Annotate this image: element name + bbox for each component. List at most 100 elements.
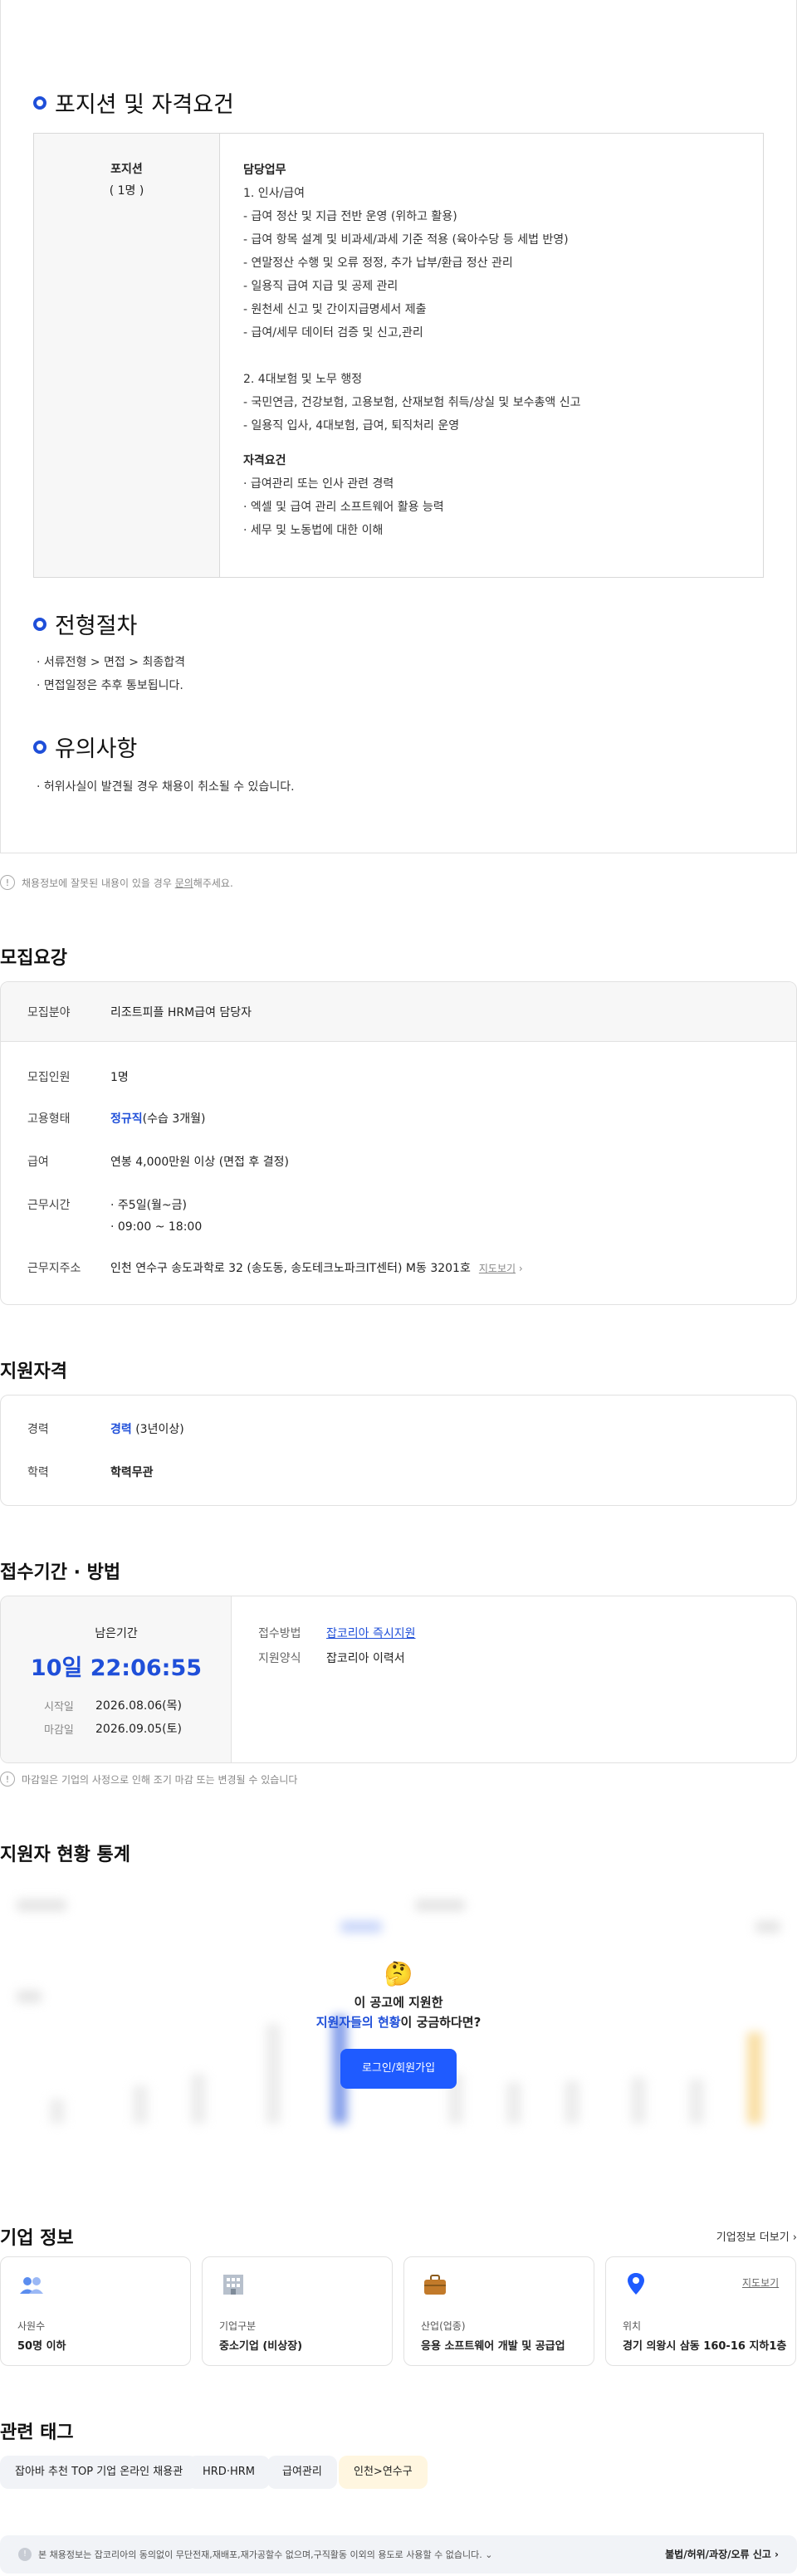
process-heading: 전형절차 (33, 608, 137, 640)
duty-heading: 담당업무 (243, 164, 286, 177)
end-label: 마감일 (44, 1724, 74, 1737)
tag-item[interactable]: 잡아바 추천 TOP 기업 온라인 채용관 (0, 2456, 198, 2489)
chevron-down-icon: ⌄ (485, 2549, 493, 2560)
people-icon (19, 2275, 44, 2295)
method-value-link[interactable]: 잡코리아 즉시지원 (326, 1625, 416, 1641)
content-line: - 급여/세무 데이터 검증 및 신고,관리 (243, 326, 423, 340)
tag-item[interactable]: 급여관리 (267, 2456, 337, 2489)
notice-body: · 허위사실이 발견될 경우 채용이 취소될 수 있습니다. (37, 775, 295, 799)
type-value: 정규직 (110, 1112, 143, 1126)
content-line: - 급여 항목 설계 및 비과세/과세 기준 적용 (육아수당 등 세법 반영) (243, 233, 569, 247)
stats-bar (565, 2080, 579, 2124)
notice-heading: 유의사항 (33, 731, 137, 763)
content-line: - 원천세 신고 및 간이지급명세서 제출 (243, 303, 427, 316)
stats-prompt-rest: 이 궁금하다면? (400, 2015, 482, 2030)
company-card-label: 기업구분 (219, 2320, 257, 2332)
addr-row: 인천 연수구 송도과학로 32 (송도동, 송도테크노파크IT센터) M동 32… (110, 1259, 523, 1276)
recruit-title: 모집요강 (0, 948, 67, 969)
stats-bar (631, 2077, 646, 2124)
company-card-value: 50명 이하 (17, 2340, 66, 2353)
tag-item[interactable]: 인천>연수구 (339, 2456, 428, 2489)
login-button[interactable]: 로그인/회원가입 (340, 2049, 457, 2089)
company-card-value: 경기 의왕시 삼동 160-16 지하1층 (623, 2340, 787, 2353)
hours-line: · 09:00 ~ 18:00 (110, 1220, 203, 1234)
career-row: 경력 (3년이상) (110, 1420, 184, 1437)
apply-note-text: 마감일은 기업의 사정으로 인해 조기 마감 또는 변경될 수 있습니다 (22, 1773, 298, 1786)
remain-label: 남은기간 (95, 1627, 138, 1640)
thinking-face-icon: 🤔 (384, 1960, 413, 1987)
type-label: 고용형태 (27, 1112, 71, 1126)
stats-prompt: 🤔 이 공고에 지원한 지원자들의 현황이 궁금하다면? 로그인/회원가입 (232, 1959, 565, 2089)
footer-bar: ! 본 채용정보는 잡코리아의 동의없이 무단전재,재배포,재가공할수 없으며,… (0, 2535, 797, 2574)
hours-line: · 주5일(월~금) (110, 1199, 187, 1212)
report-text-post: 해주세요. (193, 877, 233, 889)
company-card-value: 중소기업 (비상장) (219, 2340, 303, 2353)
position-content: 담당업무 1. 인사/급여 - 급여 정산 및 지급 전반 운영 (위하고 활용)… (243, 159, 741, 542)
edu-value: 학력무관 (110, 1466, 154, 1479)
start-value: 2026.08.06(목) (95, 1699, 182, 1713)
company-card-label: 사원수 (17, 2320, 46, 2332)
duty-lines: 1. 인사/급여 - 급여 정산 및 지급 전반 운영 (위하고 활용) - 급여 … (243, 182, 741, 437)
process-line: · 서류전형 > 면접 > 최종합격 (37, 656, 185, 669)
company-more-link[interactable]: 기업정보 더보기 › (681, 2228, 797, 2244)
content-line: - 급여 정산 및 지급 전반 운영 (위하고 활용) (243, 210, 457, 223)
content-line: - 일용직 급여 지급 및 공제 관리 (243, 280, 398, 293)
field-label: 모집분야 (27, 1006, 71, 1019)
map-link[interactable]: 지도보기 › (479, 1261, 523, 1275)
circle-bullet-icon (33, 617, 46, 631)
notice-line: · 허위사실이 발견될 경우 채용이 취소될 수 있습니다. (37, 780, 295, 794)
type-extra: (수습 3개월) (142, 1112, 206, 1126)
tags-title: 관련 태그 (0, 2422, 74, 2443)
recruit-card: 모집분야 리조트피플 HRM급여 담당자 모집인원 1명 고용형태 정규직(수습… (0, 981, 797, 1305)
tag-item[interactable]: HRD·HRM (188, 2456, 270, 2489)
stats-bar (133, 2085, 148, 2124)
login-button-label: 로그인/회원가입 (361, 2062, 436, 2075)
report-text: 채용정보에 잘못된 내용이 있을 경우 (22, 877, 175, 889)
company-card-value: 응용 소프트웨어 개발 및 공급업 (421, 2340, 565, 2353)
career-value: 경력 (110, 1423, 132, 1436)
apply-card: 남은기간 10일 22:06:55 시작일 2026.08.06(목) 마감일 … (0, 1596, 797, 1763)
stats-bar (689, 2079, 704, 2124)
report-line: ! 채용정보에 잘못된 내용이 있을 경우 문의해주세요. (0, 875, 233, 890)
content-line: · 엑셀 및 급여 관리 소프트웨어 활용 능력 (243, 501, 444, 514)
process-line: · 면접일정은 추후 통보됩니다. (37, 679, 183, 692)
position-title: 포지션 및 자격요건 (55, 92, 234, 118)
location-map-link[interactable]: 지도보기 (742, 2275, 779, 2290)
stats-bar (191, 2074, 206, 2124)
content-line: · 세무 및 노동법에 대한 이해 (243, 524, 384, 537)
apply-note: ! 마감일은 기업의 사정으로 인해 조기 마감 또는 변경될 수 있습니다 (0, 1772, 297, 1787)
company-more-label: 기업정보 더보기 (716, 2231, 790, 2244)
stats-blur-block (340, 1921, 382, 1933)
stats-blur-block (415, 1899, 465, 1911)
stats-blur-block (755, 1921, 780, 1933)
edu-label: 학력 (27, 1466, 49, 1479)
company-card-industry: 산업(업종) 응용 소프트웨어 개발 및 공급업 (403, 2256, 594, 2366)
footer-report-label: 불법/허위/과장/오류 신고 (665, 2549, 771, 2560)
report-link[interactable]: 문의 (175, 877, 193, 889)
building-icon (221, 2272, 246, 2295)
stats-bar (747, 2032, 762, 2124)
briefcase-icon (423, 2274, 447, 2295)
circle-bullet-icon (33, 740, 46, 754)
footer-text-row[interactable]: 본 채용정보는 잡코리아의 동의없이 무단전재,재배포,재가공할수 없으며,구직… (38, 2548, 492, 2561)
chevron-right-icon: › (518, 1262, 523, 1274)
stats-bar (50, 2099, 65, 2124)
count-label: 모집인원 (27, 1071, 71, 1084)
company-card-label: 산업(업종) (421, 2320, 466, 2332)
company-card-type: 기업구분 중소기업 (비상장) (202, 2256, 393, 2366)
circle-bullet-icon (33, 95, 46, 110)
footer-report-link[interactable]: 불법/허위/과장/오류 신고 › (665, 2547, 779, 2561)
salary-value: 연봉 4,000만원 이상 (면접 후 결정) (110, 1156, 289, 1169)
map-link-label: 지도보기 (478, 1262, 516, 1274)
type-value-row: 정규직(수습 3개월) (110, 1110, 205, 1127)
apply-title: 접수기간 · 방법 (0, 1562, 121, 1583)
chevron-right-icon: › (775, 2549, 779, 2560)
remain-value: 10일 22:06:55 (30, 1655, 203, 1681)
field-value: 리조트피플 HRM급여 담당자 (110, 1006, 252, 1019)
qual-heading: 자격요건 (243, 454, 286, 467)
end-value: 2026.09.05(토) (95, 1723, 182, 1736)
stats-prompt-highlight: 지원자들의 현황 (315, 2015, 401, 2030)
info-icon: ! (0, 1772, 15, 1787)
content-line (243, 345, 741, 368)
content-line: - 국민연금, 건강보험, 고용보험, 산재보험 취득/상실 및 보수총액 신고 (243, 396, 581, 409)
